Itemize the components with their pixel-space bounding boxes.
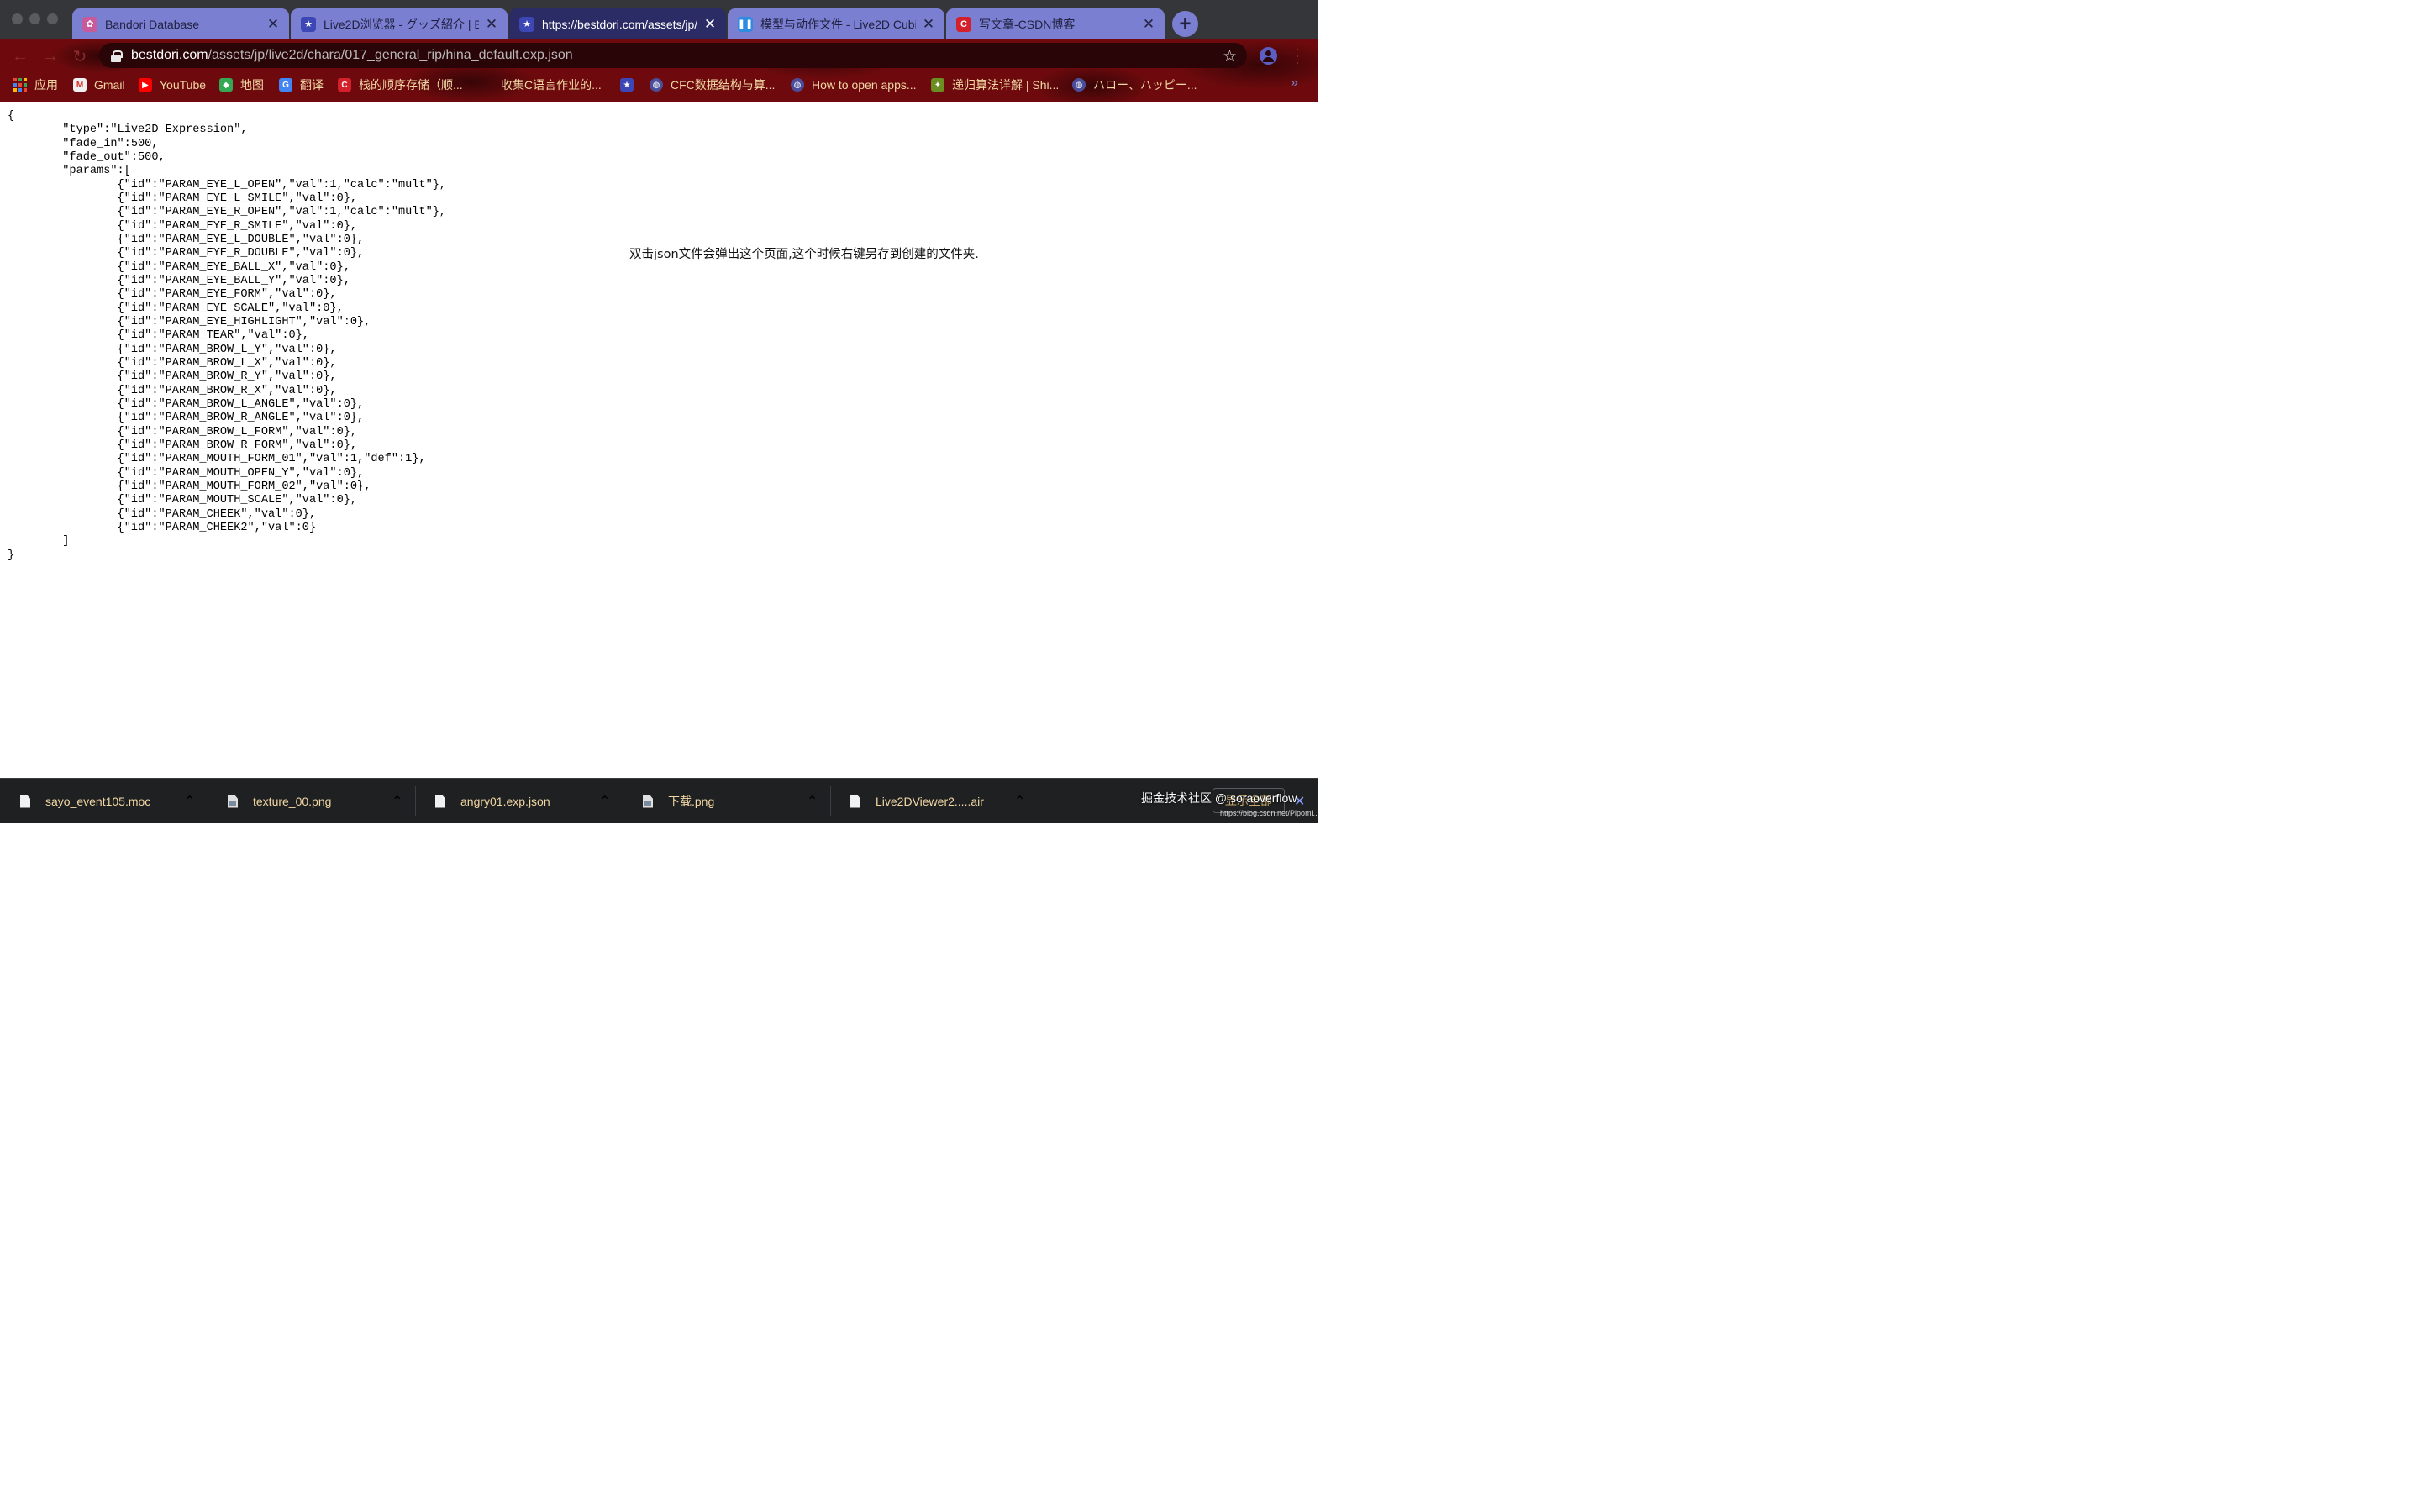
chevron-up-icon[interactable]: ⌃	[184, 779, 195, 824]
url-path: /assets/jp/live2d/chara/017_general_rip/…	[208, 48, 573, 62]
forward-icon[interactable]: →	[40, 46, 60, 66]
window-close-button[interactable]	[12, 13, 23, 24]
bookmark-label: CFC数据结构与算...	[671, 78, 776, 92]
chevron-up-icon[interactable]: ⌃	[599, 779, 610, 824]
new-tab-button[interactable]: +	[1172, 11, 1198, 37]
globe-icon: ◍	[791, 78, 804, 92]
file-icon	[850, 795, 860, 808]
bookmark-recursion[interactable]: ✦ 递归算法详解 | Shi...	[931, 74, 1059, 96]
bookmark-gmail[interactable]: M Gmail	[73, 74, 125, 96]
tab-bandori-database[interactable]: ✿ Bandori Database ✕	[72, 8, 289, 39]
bookmark-label: 地图	[240, 78, 264, 92]
bookmark-label: 递归算法详解 | Shi...	[952, 78, 1060, 92]
divider	[415, 786, 416, 816]
bandori-favicon: ✿	[82, 16, 97, 32]
download-name: angry01.exp.json	[460, 795, 550, 808]
reload-icon[interactable]: ↻	[70, 46, 90, 66]
bookmark-label: Gmail	[94, 78, 125, 92]
close-icon[interactable]: ✕	[266, 17, 281, 32]
file-icon	[20, 795, 30, 808]
apps-grid-icon	[13, 78, 27, 92]
download-item[interactable]: 下载.png	[643, 779, 714, 824]
bookmark-c-homework[interactable]: 收集C语言作业的...	[501, 74, 602, 96]
bookmark-label: How to open apps...	[812, 78, 917, 92]
bookmark-label: YouTube	[160, 78, 207, 92]
lock-icon[interactable]	[111, 50, 123, 62]
tab-csdn[interactable]: C 写文章-CSDN博客 ✕	[946, 8, 1165, 39]
tab-title: 写文章-CSDN博客	[979, 17, 1076, 31]
close-icon[interactable]: ✕	[1141, 17, 1156, 32]
account-avatar-icon[interactable]	[1260, 47, 1277, 65]
file-icon	[435, 795, 445, 808]
bookmark-csdn-stack[interactable]: C 栈的顺序存储（顺...	[338, 74, 463, 96]
bookmark-hello-happy[interactable]: ◍ ハロー、ハッピー...	[1072, 74, 1197, 96]
download-name: sayo_event105.moc	[45, 795, 151, 808]
bookmark-label: 应用	[34, 78, 58, 92]
tab-live2d-viewer[interactable]: ★ Live2D浏览器 - グッズ紹介 | Be ✕	[291, 8, 508, 39]
chevron-up-icon[interactable]: ⌃	[392, 779, 402, 824]
gmail-icon: M	[73, 78, 87, 92]
bookmark-maps[interactable]: ◆ 地图	[219, 74, 264, 96]
close-icon[interactable]: ✕	[702, 17, 718, 32]
bookmark-label: 翻译	[300, 78, 324, 92]
bookmark-label: ハロー、ハッピー...	[1093, 78, 1197, 92]
tab-title: 模型与动作文件 - Live2D Cubis	[760, 17, 916, 31]
image-file-icon	[228, 795, 238, 808]
bookmarks-bar: 应用 M Gmail ▶ YouTube ◆ 地图 G 翻译 C 栈的顺序存储（…	[0, 74, 1318, 96]
tab-title: https://bestdori.com/assets/jp/	[542, 17, 697, 31]
menu-dots-icon[interactable]: · · ·	[1292, 41, 1302, 70]
url-host: bestdori.com	[131, 48, 208, 62]
image-file-icon	[643, 795, 653, 808]
download-shelf: sayo_event105.moc ⌃ texture_00.png ⌃ ang…	[0, 778, 1318, 823]
bookmark-star-icon[interactable]: ☆	[1223, 47, 1237, 66]
tab-title: Bandori Database	[105, 17, 200, 31]
bookmark-bestdori[interactable]: ★	[620, 74, 641, 96]
live2d-favicon: ❚❚	[738, 16, 753, 32]
download-name: texture_00.png	[253, 795, 332, 808]
bookmark-label: 收集C语言作业的...	[501, 78, 602, 92]
bestdori-star-favicon: ★	[519, 16, 534, 32]
tab-title: Live2D浏览器 - グッズ紹介 | Be	[324, 17, 479, 31]
bookmark-apps[interactable]: 应用	[13, 74, 58, 96]
download-name: 下载.png	[668, 795, 715, 808]
bookmarks-overflow-chevron-icon[interactable]: »	[1291, 76, 1298, 91]
csdn-favicon: C	[956, 16, 971, 32]
download-item[interactable]: sayo_event105.moc	[20, 779, 150, 824]
bookmark-youtube[interactable]: ▶ YouTube	[139, 74, 206, 96]
download-name: Live2DViewer2.....air	[876, 795, 984, 808]
sprite-icon: ✦	[931, 78, 944, 92]
tab-strip: ✿ Bandori Database ✕ ★ Live2D浏览器 - グッズ紹介…	[0, 0, 1318, 39]
globe-icon: ◍	[650, 78, 663, 92]
download-item[interactable]: texture_00.png	[228, 779, 331, 824]
close-icon[interactable]: ✕	[921, 17, 936, 32]
window-minimize-button[interactable]	[29, 13, 40, 24]
window-zoom-button[interactable]	[47, 13, 58, 24]
tab-bestdori-assets[interactable]: ★ https://bestdori.com/assets/jp/ ✕	[509, 8, 726, 39]
bestdori-star-favicon: ★	[301, 16, 316, 32]
back-icon[interactable]: ←	[10, 46, 30, 66]
annotation-note: 双击json文件会弹出这个页面,这个时候右键另存到创建的文件夹.	[629, 248, 979, 261]
bookmark-label: 栈的顺序存储（顺...	[359, 78, 463, 92]
address-bar[interactable]: bestdori.com/assets/jp/live2d/chara/017_…	[99, 43, 1247, 68]
bestdori-star-icon: ★	[620, 78, 634, 92]
tab-live2d-cubism[interactable]: ❚❚ 模型与动作文件 - Live2D Cubis ✕	[728, 8, 944, 39]
watermark: 掘金技术社区 @ soraoverflow	[1141, 791, 1297, 805]
bookmark-cfc[interactable]: ◍ CFC数据结构与算...	[650, 74, 775, 96]
youtube-icon: ▶	[139, 78, 152, 92]
watermark-url: https://blog.csdn.net/Pipomi...	[1220, 809, 1320, 817]
bookmark-translate[interactable]: G 翻译	[279, 74, 324, 96]
chevron-up-icon[interactable]: ⌃	[1014, 779, 1025, 824]
csdn-icon: C	[338, 78, 351, 92]
maps-icon: ◆	[219, 78, 233, 92]
translate-icon: G	[279, 78, 292, 92]
globe-icon: ◍	[1072, 78, 1086, 92]
download-item[interactable]: angry01.exp.json	[435, 779, 550, 824]
json-content: { "type":"Live2D Expression", "fade_in":…	[8, 110, 447, 562]
close-icon[interactable]: ✕	[484, 17, 499, 32]
divider	[830, 786, 831, 816]
chevron-up-icon[interactable]: ⌃	[807, 779, 818, 824]
download-item[interactable]: Live2DViewer2.....air	[850, 779, 984, 824]
bookmark-open-apps[interactable]: ◍ How to open apps...	[791, 74, 917, 96]
